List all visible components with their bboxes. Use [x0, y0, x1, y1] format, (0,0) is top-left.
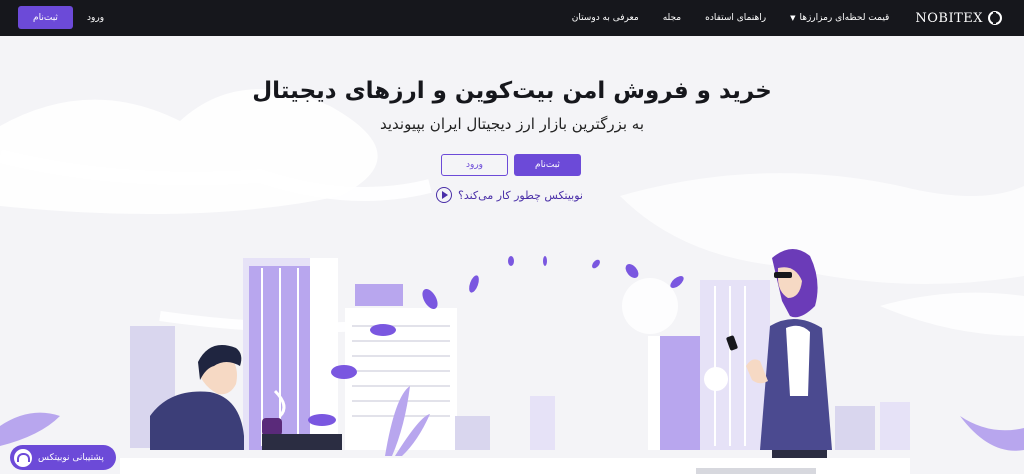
hero-actions: ورود ثبت‌نام	[441, 154, 581, 176]
hero-subtitle: به بزرگترین بازار ارز دیجیتال ایران بپیو…	[379, 115, 645, 133]
nav-item-label: معرفی به دوستان	[571, 13, 639, 23]
hero-login-button[interactable]: ورود	[441, 154, 508, 176]
headset-icon	[14, 448, 32, 467]
content-tab-indicator	[696, 468, 816, 474]
hero-signup-button[interactable]: ثبت‌نام	[514, 154, 581, 176]
nav-item-prices[interactable]: قیمت لحظه‌ای رمزارزها ▼	[790, 13, 889, 23]
support-chat-button[interactable]: پشتیبانی نوبیتکس	[10, 445, 116, 470]
brand-name: NOBITEX	[915, 10, 983, 26]
play-icon	[436, 187, 452, 203]
nav-item-label: راهنمای استفاده	[705, 13, 767, 23]
how-it-works-link[interactable]: نوبیتکس چطور کار می‌کند؟	[436, 187, 583, 203]
hero-title: خرید و فروش امن بیت‌کوین و ارزهای دیجیتا…	[252, 78, 772, 104]
login-link[interactable]: ورود	[87, 13, 104, 23]
auth-actions: ثبت‌نام ورود	[18, 6, 104, 29]
support-label: پشتیبانی نوبیتکس	[38, 452, 104, 463]
nobitex-logo-icon	[988, 11, 1002, 25]
top-navbar: ثبت‌نام ورود NOBITEX قیمت لحظه‌ای رمزارز…	[0, 0, 1024, 36]
nav-item-guide[interactable]: راهنمای استفاده	[705, 13, 766, 23]
nav-item-label: مجله	[662, 13, 682, 23]
main-nav: NOBITEX قیمت لحظه‌ای رمزارزها ▼ راهنمای …	[548, 0, 1024, 36]
nav-item-label: قیمت لحظه‌ای رمزارزها	[799, 13, 890, 23]
caret-down-icon: ▼	[790, 14, 796, 22]
how-it-works-label: نوبیتکس چطور کار می‌کند؟	[458, 188, 583, 202]
nav-item-magazine[interactable]: مجله	[663, 13, 681, 23]
nobitex-logo[interactable]: NOBITEX	[915, 11, 1002, 26]
signup-button[interactable]: ثبت‌نام	[18, 6, 73, 29]
nav-item-referral[interactable]: معرفی به دوستان	[572, 13, 639, 23]
